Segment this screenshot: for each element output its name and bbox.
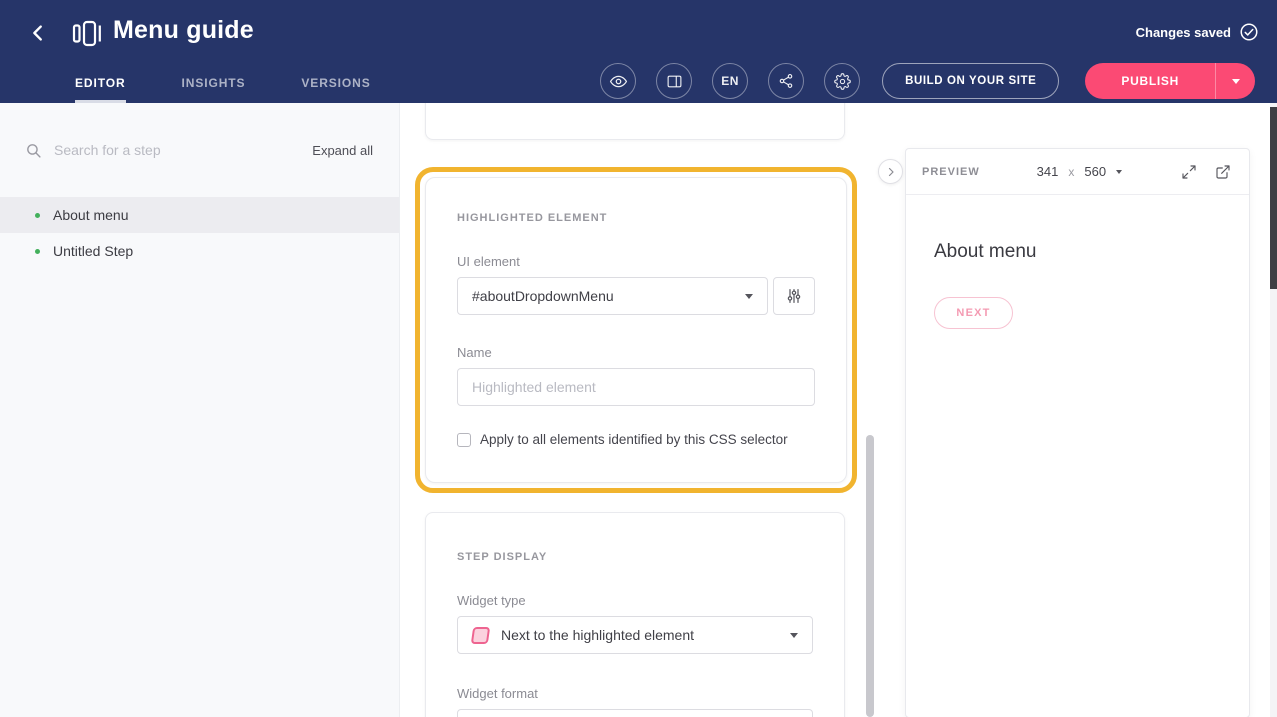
preview-header-icons — [1179, 162, 1233, 182]
preview-step-title: About menu — [934, 241, 1221, 263]
next-button[interactable]: NEXT — [934, 297, 1013, 329]
chevron-down-icon — [1116, 170, 1122, 174]
apply-all-checkbox[interactable] — [457, 433, 471, 447]
expand-all-link[interactable]: Expand all — [312, 143, 373, 158]
settings-gear-button[interactable] — [824, 63, 860, 99]
preview-region: PREVIEW 341 x 560 About menu — [880, 103, 1277, 717]
back-button[interactable] — [24, 19, 52, 47]
changes-saved-label: Changes saved — [1136, 25, 1231, 40]
apply-all-checkbox-row[interactable]: Apply to all elements identified by this… — [457, 432, 815, 447]
step-item-untitled-step[interactable]: Untitled Step — [0, 233, 399, 269]
preview-panel: PREVIEW 341 x 560 About menu — [905, 148, 1250, 717]
layout-button[interactable] — [656, 63, 692, 99]
app: Menu guide Changes saved EDITOR INSIGHTS… — [0, 0, 1277, 717]
header-tabs: EDITOR INSIGHTS VERSIONS — [75, 76, 371, 103]
fullscreen-button[interactable] — [1179, 162, 1199, 182]
share-icon — [778, 73, 794, 89]
build-on-your-site-button[interactable]: BUILD ON YOUR SITE — [882, 63, 1059, 99]
element-name-input[interactable] — [457, 368, 815, 406]
chevron-down-icon — [745, 294, 753, 299]
widget-type-icon — [471, 627, 490, 644]
language-button[interactable]: EN — [712, 63, 748, 99]
publish-button[interactable]: PUBLISH — [1085, 63, 1215, 99]
chevron-left-icon — [27, 22, 49, 44]
ui-element-select[interactable]: #aboutDropdownMenu — [457, 277, 768, 315]
publish-dropdown-button[interactable] — [1215, 63, 1255, 99]
section-title-step-display: STEP DISPLAY — [457, 551, 813, 563]
step-item-about-menu[interactable]: About menu — [0, 197, 399, 233]
editor-scrollbar[interactable] — [866, 103, 874, 717]
ui-element-value: #aboutDropdownMenu — [472, 288, 737, 304]
gear-icon — [834, 73, 851, 90]
chevron-right-icon — [885, 166, 897, 178]
highlighted-card-outline: HIGHLIGHTED ELEMENT UI element #aboutDro… — [415, 167, 857, 493]
check-circle-icon — [1239, 22, 1259, 42]
page-title: Menu guide — [113, 16, 254, 45]
top-header: Menu guide Changes saved EDITOR INSIGHTS… — [0, 0, 1277, 103]
widget-type-label: Widget type — [457, 593, 813, 608]
changes-saved-status: Changes saved — [1136, 22, 1259, 42]
step-label: Untitled Step — [53, 243, 133, 259]
element-selector-settings-button[interactable] — [773, 277, 815, 315]
preview-width-value: 341 — [1037, 164, 1059, 179]
preview-height-value: 560 — [1084, 164, 1106, 179]
collapse-panel-button[interactable] — [878, 159, 903, 184]
apply-all-checkbox-label: Apply to all elements identified by this… — [480, 432, 788, 447]
preview-panel-title: PREVIEW — [922, 166, 980, 178]
page-scrollbar-thumb[interactable] — [1270, 107, 1277, 289]
eye-icon — [609, 72, 628, 91]
preview-body: About menu NEXT — [906, 195, 1249, 375]
page-scrollbar[interactable] — [1270, 103, 1277, 717]
chevron-down-icon — [1232, 79, 1240, 84]
ui-element-row: #aboutDropdownMenu — [457, 277, 815, 315]
steps-list: About menu Untitled Step — [0, 197, 399, 269]
share-button[interactable] — [768, 63, 804, 99]
widget-format-select[interactable] — [457, 709, 813, 717]
widget-type-value: Next to the highlighted element — [501, 627, 770, 643]
editor-scrollbar-thumb[interactable] — [866, 435, 874, 717]
chevron-down-icon — [790, 633, 798, 638]
expand-arrows-icon — [1181, 164, 1197, 180]
preview-size-control[interactable]: 341 x 560 — [1037, 164, 1122, 179]
widget-format-label: Widget format — [457, 686, 813, 701]
header-actions: EN BUILD ON YOUR SITE PUBLISH — [600, 63, 1255, 99]
panel-layout-icon — [666, 73, 683, 90]
tab-editor[interactable]: EDITOR — [75, 76, 126, 103]
step-search-input[interactable] — [54, 142, 312, 158]
publish-button-group: PUBLISH — [1085, 63, 1255, 99]
external-link-icon — [1215, 164, 1231, 180]
step-display-card: STEP DISPLAY Widget type Next to the hig… — [425, 512, 845, 717]
widget-type-select[interactable]: Next to the highlighted element — [457, 616, 813, 654]
tab-insights[interactable]: INSIGHTS — [182, 76, 246, 103]
tab-versions[interactable]: VERSIONS — [301, 76, 370, 103]
step-editor-panel: HIGHLIGHTED ELEMENT UI element #aboutDro… — [400, 103, 880, 717]
step-label: About menu — [53, 207, 129, 223]
steps-sidebar: Expand all About menu Untitled Step — [0, 103, 400, 717]
name-label: Name — [457, 345, 815, 360]
preview-eye-button[interactable] — [600, 63, 636, 99]
step-bullet-icon — [35, 249, 40, 254]
step-bullet-icon — [35, 213, 40, 218]
search-icon — [25, 142, 42, 159]
ui-element-label: UI element — [457, 254, 815, 269]
highlighted-element-card: HIGHLIGHTED ELEMENT UI element #aboutDro… — [425, 177, 847, 483]
step-search-row: Expand all — [0, 103, 399, 197]
section-title-highlighted-element: HIGHLIGHTED ELEMENT — [457, 212, 815, 224]
open-external-button[interactable] — [1213, 162, 1233, 182]
sliders-icon — [786, 288, 802, 304]
size-separator: x — [1068, 165, 1074, 179]
previous-settings-card — [425, 103, 845, 140]
app-logo-icon — [72, 20, 102, 52]
preview-header: PREVIEW 341 x 560 — [906, 149, 1249, 195]
